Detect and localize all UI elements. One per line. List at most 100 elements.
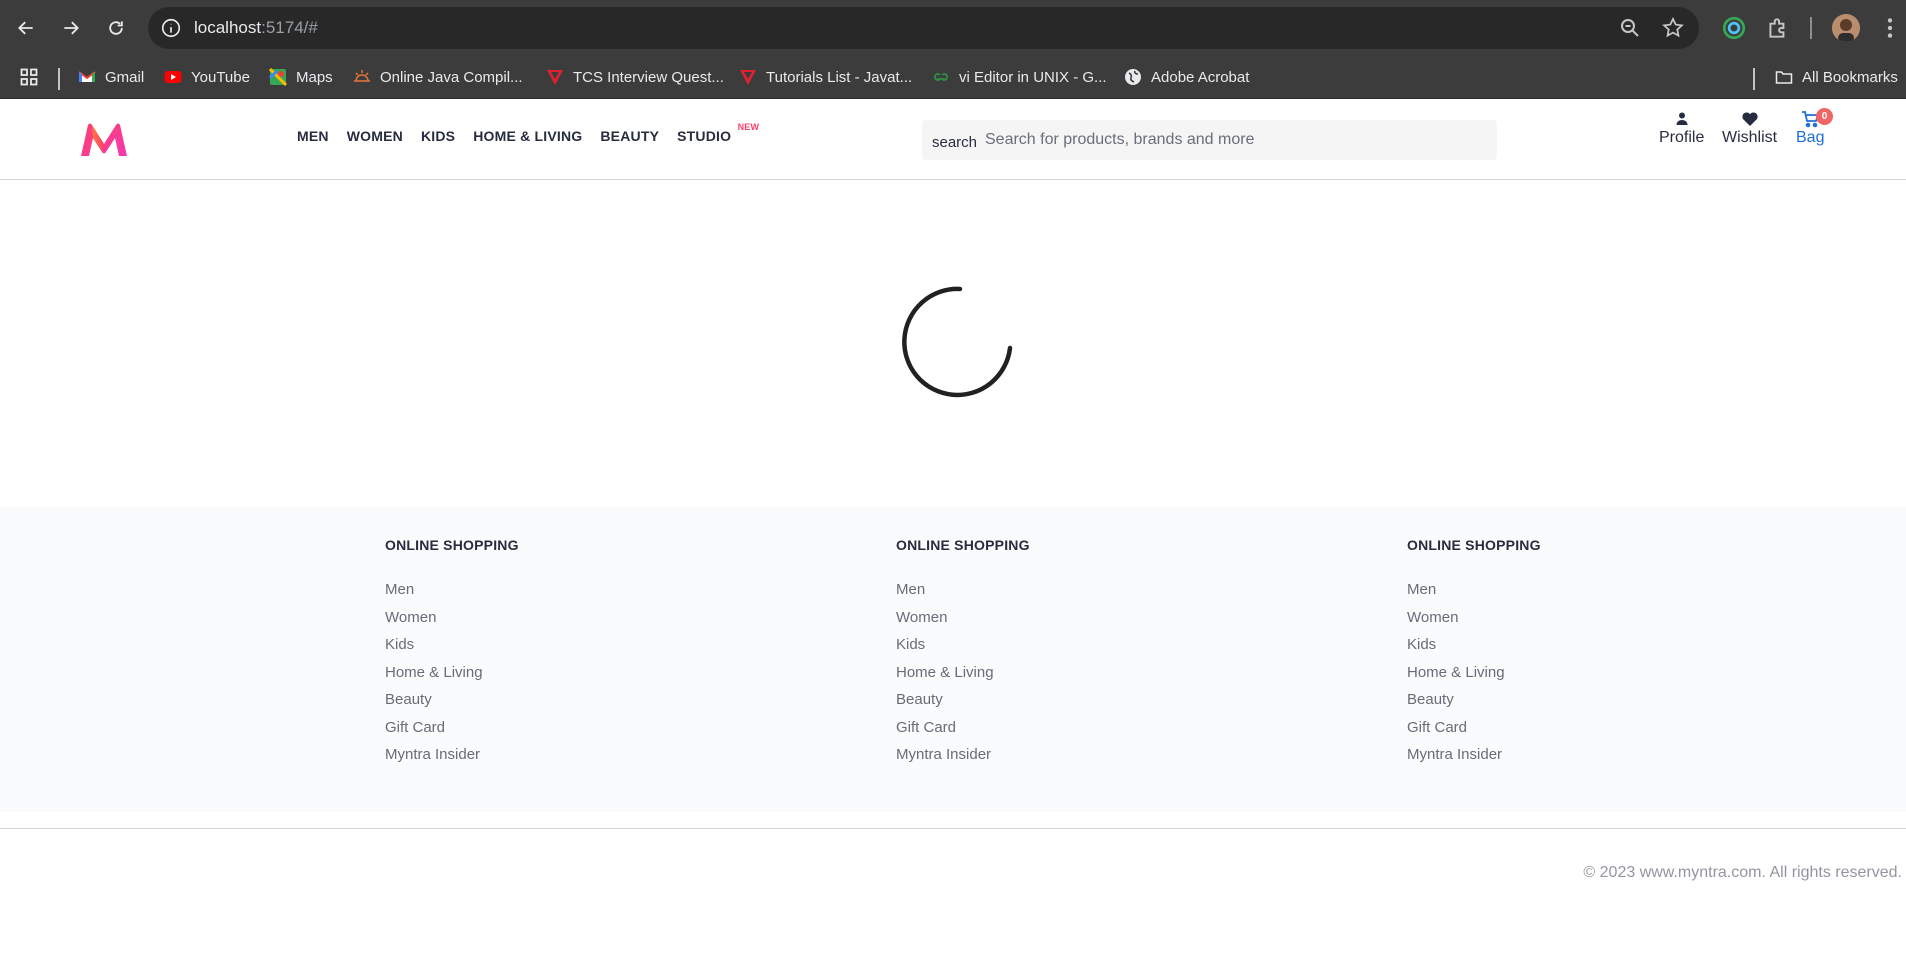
footer-link-women[interactable]: Women: [385, 607, 519, 635]
url-path: :5174/#: [261, 18, 318, 37]
main-nav: MEN WOMEN KIDS HOME & LIVING BEAUTY STUD…: [297, 122, 759, 144]
nav-women[interactable]: WOMEN: [347, 128, 403, 144]
footer-link-men[interactable]: Men: [385, 579, 519, 607]
gmail-icon: [78, 71, 96, 82]
toolbar-divider: [1810, 17, 1812, 39]
person-icon: [1676, 112, 1688, 125]
sun-icon: [354, 70, 370, 82]
javatpoint-icon: [547, 70, 563, 85]
footer-link-men[interactable]: Men: [1407, 579, 1541, 607]
footer-link-women[interactable]: Women: [1407, 607, 1541, 635]
url-host: localhost: [194, 18, 262, 37]
footer-link-beauty[interactable]: Beauty: [896, 689, 1030, 717]
bag-label: Bag: [1796, 129, 1825, 146]
bookmark-label: Online Java Compil...: [380, 68, 523, 86]
back-button[interactable]: [10, 12, 42, 44]
extension-circle-icon[interactable]: [1721, 15, 1747, 41]
footer-link-beauty[interactable]: Beauty: [1407, 689, 1541, 717]
nav-studio[interactable]: STUDIO NEW: [677, 122, 759, 144]
bookmark-online-java-compiler[interactable]: Online Java Compil...: [353, 65, 523, 89]
browser-toolbar: localhost:5174/#: [0, 0, 1906, 56]
footer-link-kids[interactable]: Kids: [1407, 634, 1541, 662]
myntra-logo[interactable]: [78, 122, 130, 158]
footer-link-women[interactable]: Women: [896, 607, 1030, 635]
bookmarks-divider: [58, 68, 60, 90]
bookmark-label: vi Editor in UNIX - G...: [959, 68, 1107, 86]
search-input[interactable]: [985, 125, 1485, 155]
youtube-icon: [164, 71, 182, 83]
footer-link-home-living[interactable]: Home & Living: [1407, 662, 1541, 690]
bookmark-adobe-acrobat[interactable]: Adobe Acrobat: [1124, 65, 1249, 89]
maps-icon: [269, 68, 287, 86]
avatar-icon: [1832, 14, 1860, 42]
wishlist-label: Wishlist: [1722, 129, 1778, 146]
profile-button[interactable]: Profile: [1659, 110, 1704, 147]
kebab-menu-icon[interactable]: [1877, 15, 1903, 41]
footer-divider: [0, 828, 1906, 829]
search-bar: search: [922, 120, 1497, 160]
gfg-icon: [933, 73, 949, 81]
url-text[interactable]: localhost:5174/#: [194, 18, 318, 38]
nav-beauty[interactable]: BEAUTY: [600, 128, 659, 144]
profile-label: Profile: [1659, 129, 1705, 146]
footer-link-gift-card[interactable]: Gift Card: [1407, 717, 1541, 745]
reload-button[interactable]: [100, 12, 132, 44]
copyright-text: © 2023 www.myntra.com. All rights reserv…: [1583, 864, 1902, 881]
star-icon[interactable]: [1661, 16, 1685, 40]
reload-icon: [109, 21, 123, 35]
arrow-right-icon: [64, 21, 79, 35]
nav-home-living[interactable]: HOME & LIVING: [473, 128, 582, 144]
footer-link-home-living[interactable]: Home & Living: [896, 662, 1030, 690]
bookmark-tutorials-list[interactable]: Tutorials List - Javat...: [739, 65, 912, 89]
footer-link-kids[interactable]: Kids: [385, 634, 519, 662]
bookmark-youtube[interactable]: YouTube: [164, 65, 250, 89]
bookmark-gmail[interactable]: Gmail: [78, 65, 144, 89]
profile-avatar[interactable]: [1832, 14, 1860, 42]
footer-link-men[interactable]: Men: [896, 579, 1030, 607]
search-label: search: [932, 134, 978, 151]
bookmarks-divider: [1753, 68, 1755, 90]
new-badge: NEW: [737, 122, 760, 132]
footer-link-gift-card[interactable]: Gift Card: [896, 717, 1030, 745]
bookmark-label: Maps: [296, 68, 333, 86]
address-bar[interactable]: localhost:5174/#: [148, 7, 1699, 49]
arrow-left-icon: [18, 21, 33, 35]
footer-link-gift-card[interactable]: Gift Card: [385, 717, 519, 745]
bookmark-tcs-interview[interactable]: TCS Interview Quest...: [546, 65, 724, 89]
footer-column-title: ONLINE SHOPPING: [385, 537, 519, 553]
footer-column: ONLINE SHOPPING Men Women Kids Home & Li…: [385, 537, 519, 772]
bookmarks-bar: Gmail YouTube Maps Online Java Compil...…: [0, 56, 1906, 99]
footer-link-myntra-insider[interactable]: Myntra Insider: [1407, 744, 1541, 772]
all-bookmarks-button[interactable]: All Bookmarks: [1775, 65, 1898, 89]
nav-men[interactable]: MEN: [297, 128, 329, 144]
nav-kids[interactable]: KIDS: [421, 128, 455, 144]
apps-button[interactable]: [20, 65, 38, 89]
footer-column-title: ONLINE SHOPPING: [1407, 537, 1541, 553]
puzzle-icon[interactable]: [1765, 15, 1791, 41]
bookmark-maps[interactable]: Maps: [269, 65, 333, 89]
all-bookmarks-label: All Bookmarks: [1802, 68, 1898, 86]
footer-column-title: ONLINE SHOPPING: [896, 537, 1030, 553]
footer-link-kids[interactable]: Kids: [896, 634, 1030, 662]
bookmark-label: Gmail: [105, 68, 145, 86]
bookmark-vi-editor[interactable]: vi Editor in UNIX - G...: [932, 65, 1107, 89]
footer: ONLINE SHOPPING Men Women Kids Home & Li…: [0, 507, 1906, 812]
bag-button[interactable]: Bag 0: [1796, 108, 1833, 147]
javatpoint-icon: [740, 70, 756, 85]
bookmark-label: Tutorials List - Javat...: [766, 68, 913, 86]
footer-link-myntra-insider[interactable]: Myntra Insider: [896, 744, 1030, 772]
apps-grid-icon: [20, 68, 38, 86]
footer-link-beauty[interactable]: Beauty: [385, 689, 519, 717]
zoom-icon[interactable]: [1618, 16, 1642, 40]
bookmark-label: YouTube: [191, 68, 250, 86]
wishlist-button[interactable]: Wishlist: [1722, 110, 1777, 147]
footer-column: ONLINE SHOPPING Men Women Kids Home & Li…: [896, 537, 1030, 772]
forward-button[interactable]: [55, 12, 87, 44]
nav-studio-label: STUDIO: [677, 128, 732, 144]
footer-link-home-living[interactable]: Home & Living: [385, 662, 519, 690]
info-icon[interactable]: [160, 17, 182, 39]
footer-link-myntra-insider[interactable]: Myntra Insider: [385, 744, 519, 772]
loading-spinner: [902, 286, 1013, 398]
bag-count-badge: 0: [1816, 108, 1833, 125]
myntra-logo-icon: [81, 123, 127, 156]
